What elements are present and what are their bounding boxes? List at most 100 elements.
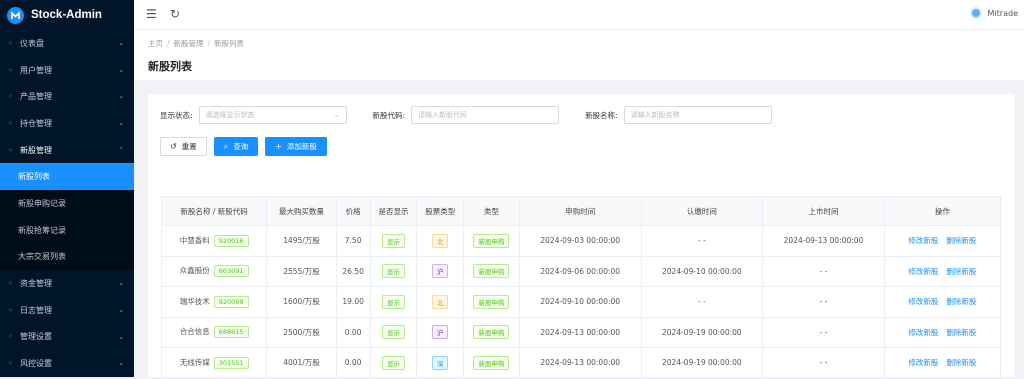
sidebar-item-top-2[interactable]: ◦ 产品管理 ⌄	[0, 83, 134, 110]
cell-max-quantity: 1495/万股	[266, 225, 337, 257]
code-label: 新股代码:	[372, 110, 406, 120]
cell-apply-time: 2024-09-10 00:00:00	[518, 286, 642, 318]
cell-listing-time: - -	[762, 255, 885, 287]
delete-ipo-link[interactable]: 删除新股	[946, 358, 976, 367]
submenu-item[interactable]: 新股抢筹记录	[0, 217, 134, 244]
table-row: 众鑫股份 603091 2555/万股 26.50 显示沪新股申购 2024-09-06 …	[160, 255, 1002, 287]
cell-type: 新股申购	[463, 316, 520, 348]
sidebar-item-top-3[interactable]: ◦ 持仓管理 ⌄	[0, 110, 134, 137]
cell-max-quantity: 2500/万股	[266, 316, 337, 348]
edit-ipo-link[interactable]: 修改新股	[908, 358, 938, 367]
code-input[interactable]: 请输入新股代码	[411, 106, 560, 124]
cell-actions: 修改新股 删除新股	[883, 225, 1002, 257]
cell-actions: 修改新股 删除新股	[883, 255, 1002, 287]
stock-name: 众鑫股份	[179, 266, 210, 276]
page-header: 主页 / 新股管理 / 新股列表 新股列表	[134, 30, 1024, 80]
chevron-down-icon: ⌄	[118, 119, 124, 128]
cell-display: 显示	[369, 225, 418, 257]
submenu-item[interactable]: 大宗交易列表	[0, 244, 134, 271]
sidebar: Stock-Admin ◦ 仪表盘 ⌄ ◦ 用户管理 ⌄ ◦ 产品管理 ⌄ ◦ 持仓管理 ⌄ ◦ 新股管理…	[0, 0, 134, 377]
reset-button[interactable]: ↺ 重置	[160, 137, 207, 156]
cell-display: 显示	[369, 347, 418, 379]
column-header: 申购时间	[518, 196, 642, 226]
delete-ipo-link[interactable]: 删除新股	[946, 236, 976, 245]
sidebar-item-label: 新股管理	[20, 145, 52, 155]
admin-settings-icon: ◦	[8, 332, 13, 342]
delete-ipo-link[interactable]: 删除新股	[946, 328, 976, 337]
delete-ipo-link[interactable]: 删除新股	[946, 267, 976, 276]
cell-max-quantity: 4001/万股	[266, 347, 337, 379]
edit-ipo-link[interactable]: 修改新股	[908, 236, 938, 245]
cell-type: 新股申购	[463, 255, 520, 287]
edit-ipo-link[interactable]: 修改新股	[908, 297, 938, 306]
cell-type: 新股申购	[463, 347, 520, 379]
sidebar-item-bottom-1[interactable]: ◦ 日志管理 ⌄	[0, 297, 134, 324]
edit-ipo-link[interactable]: 修改新股	[908, 267, 938, 276]
column-header: 类型	[463, 196, 520, 226]
main-content: 显示状态: 请选择显示状态 ⌄ 新股代码: 请输入新股代码 新股名称: 请输入新…	[148, 94, 1014, 379]
brand-title: Stock-Admin	[31, 9, 102, 21]
cell-stock-type: 深	[416, 347, 465, 379]
column-header: 认缴时间	[640, 196, 764, 226]
cell-max-quantity: 2555/万股	[266, 255, 337, 287]
cell-apply-time: 2024-09-13 00:00:00	[518, 316, 642, 348]
users-icon: ◦	[8, 65, 13, 75]
sidebar-item-top-4[interactable]: ◦ 新股管理 ⌃	[0, 137, 134, 164]
stock-name: 无线传媒	[179, 357, 210, 367]
refresh-icon[interactable]: ↻	[170, 7, 180, 21]
submenu-item[interactable]: 新股列表	[0, 163, 134, 191]
cell-stock-type: 北	[416, 225, 465, 257]
cell-name-code: 中慧香料 920016	[160, 225, 268, 257]
cell-price: 0.00	[335, 316, 371, 348]
ipo-table: 新股名称 / 新股代码 最大购买数量 价格 是否显示 股票类型 类型 申购时间 认缴时间 上市时…	[160, 196, 1002, 379]
chevron-down-icon: ⌄	[118, 39, 124, 47]
breadcrumb-home[interactable]: 主页	[148, 39, 163, 48]
avatar	[969, 7, 982, 19]
search-label: 查询	[233, 142, 249, 151]
cell-listing-time: - -	[762, 347, 885, 379]
button-row: ↺ 重置 ⌕ 查询 + 添加新股	[160, 137, 334, 156]
topbar: ☰ ↻ Mitrade	[134, 0, 1024, 30]
dashboard-icon: ◦	[8, 38, 13, 48]
cell-display: 显示	[369, 286, 418, 318]
sidebar-item-bottom-3[interactable]: ◦ 风控设置 ⌄	[0, 350, 134, 377]
funds-icon: ◦	[8, 279, 13, 289]
name-placeholder: 请输入新股名称	[630, 111, 680, 119]
edit-ipo-link[interactable]: 修改新股	[908, 328, 938, 337]
cell-actions: 修改新股 删除新股	[883, 316, 1002, 348]
cell-max-quantity: 1600/万股	[266, 286, 337, 318]
cell-listing-time: - -	[762, 286, 885, 318]
submenu-item[interactable]: 新股申购记录	[0, 190, 134, 217]
status-label: 显示状态:	[160, 110, 193, 120]
chevron-down-icon: ⌄	[118, 332, 124, 341]
cell-display: 显示	[369, 316, 418, 348]
status-field: 显示状态: 请选择显示状态 ⌄	[160, 106, 347, 124]
status-select[interactable]: 请选择显示状态 ⌄	[198, 106, 347, 124]
search-button[interactable]: ⌕ 查询	[213, 137, 259, 156]
delete-ipo-link[interactable]: 删除新股	[946, 297, 976, 306]
name-input[interactable]: 请输入新股名称	[623, 106, 772, 124]
column-header: 是否显示	[369, 196, 418, 226]
collapse-menu-icon[interactable]: ☰	[146, 7, 157, 21]
stock-type-tag: 沪	[431, 264, 449, 279]
cell-name-code: 众鑫股份 603091	[160, 255, 268, 287]
add-ipo-button[interactable]: + 添加新股	[265, 137, 327, 156]
stock-type-tag: 北	[431, 233, 449, 248]
sidebar-item-bottom-2[interactable]: ◦ 管理设置 ⌄	[0, 324, 134, 351]
table-header-row: 新股名称 / 新股代码 最大购买数量 价格 是否显示 股票类型 类型 申购时间 认缴时间 上市时…	[160, 196, 1002, 226]
brand[interactable]: Stock-Admin	[0, 0, 134, 30]
breadcrumb-level1[interactable]: 新股管理	[174, 39, 204, 48]
ipo-type-tag: 新股申购	[473, 355, 510, 370]
submenu-ipo: 新股列表 新股申购记录 新股抢筹记录 大宗交易列表	[0, 163, 134, 271]
user-menu[interactable]: Mitrade	[969, 7, 1018, 19]
sidebar-item-top-0[interactable]: ◦ 仪表盘 ⌄	[0, 30, 134, 57]
sidebar-item-top-1[interactable]: ◦ 用户管理 ⌄	[0, 57, 134, 84]
cell-name-code: 无线传媒 301551	[160, 347, 268, 379]
status-placeholder: 请选择显示状态	[205, 111, 255, 119]
sidebar-item-bottom-0[interactable]: ◦ 资金管理 ⌄	[0, 270, 134, 297]
column-header: 股票类型	[416, 196, 465, 226]
ipo-type-tag: 新股申购	[473, 264, 510, 279]
ipo-icon: ◦	[8, 145, 13, 155]
cell-name-code: 瑞华技术 920099	[160, 286, 268, 318]
table-row: 中慧香料 920016 1495/万股 7.50 显示北新股申购 2024-09-03 0…	[160, 225, 1002, 257]
